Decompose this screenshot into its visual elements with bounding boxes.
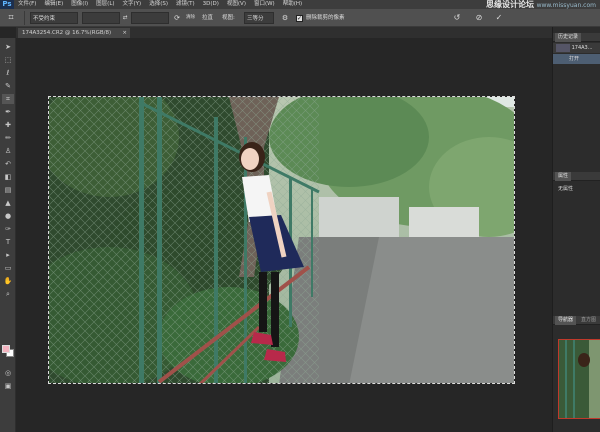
clear-button[interactable]: 清除 [186,12,200,24]
menu-bar: Ps 文件(F) 编辑(E) 图像(I) 图层(L) 文字(Y) 选择(S) 滤… [0,0,600,9]
view-label: 视图: [222,15,235,21]
tab-navigator[interactable]: 导航器 [555,316,577,325]
snapshot-thumbnail [556,43,570,52]
options-divider [24,11,25,25]
history-snapshot-label: 174A3... [571,45,593,51]
commit-icon[interactable]: ✓ [494,12,504,24]
quick-mask-icon[interactable]: ◎ [2,368,14,378]
hand-tool-icon[interactable]: ✋ [2,276,14,286]
no-properties-label: 无属性 [558,186,574,192]
crop-tool-preset-icon[interactable]: ⌗ [3,12,19,24]
eraser-tool-icon[interactable]: ◧ [2,172,14,182]
photoshop-logo: Ps [0,0,14,9]
menu-layer[interactable]: 图层(L) [92,0,118,9]
properties-panel-header: 属性 [553,172,600,181]
brush-tool-icon[interactable]: ✏ [2,133,14,143]
history-open-label: 打开 [569,56,580,62]
navigator-thumbnail [559,340,600,418]
navigator-panel-header: 导航器 直方图 [553,316,600,325]
menu-edit[interactable]: 编辑(E) [40,0,67,9]
width-field[interactable] [82,12,120,24]
marquee-tool-icon[interactable]: ⬚ [2,55,14,65]
quick-select-tool-icon[interactable]: ✎ [2,81,14,91]
view-overlay-select[interactable]: 三等分 [244,12,274,24]
document-tab-strip: 174A3254.CR2 @ 16.7%(RGB/8) × [16,27,552,38]
menu-help[interactable]: 帮助(H) [279,0,306,9]
screen-mode-icon[interactable]: ▣ [2,381,14,391]
move-tool-icon[interactable]: ➤ [2,42,14,52]
watermark-url: www.missyuan.com [536,2,596,9]
menu-3d[interactable]: 3D(D) [199,0,223,9]
delete-cropped-label: 删除裁剪的像素 [306,15,345,21]
healing-brush-tool-icon[interactable]: ✚ [2,120,14,130]
document-photo[interactable] [48,96,515,384]
gradient-tool-icon[interactable]: ▤ [2,185,14,195]
options-bar: ⌗ 不受约束 ⇄ ⟳ 清除 拉直 视图: 三等分 ⚙ ✓ 删除裁剪的像素 ↺ ⊘… [0,9,600,27]
history-panel-header: 历史记录 [553,33,600,42]
watermark-title: 思缘设计论坛 [486,0,535,9]
height-field[interactable] [131,12,169,24]
photo-image [49,97,514,383]
type-tool-icon[interactable]: T [2,237,14,247]
dodge-tool-icon[interactable]: ● [2,211,14,221]
cancel-icon[interactable]: ⊘ [474,12,484,24]
right-panels: 历史记录 174A3... 打开 属性 无属性 导航器 直方图 [552,27,600,432]
delete-cropped-checkbox[interactable]: ✓ [296,14,303,22]
tab-history[interactable]: 历史记录 [555,33,582,42]
tools-panel: ➤ ⬚ ℓ ✎ ⌗ ✒ ✚ ✏ ♙ ↶ ◧ ▤ ▲ ● ✑ T ▸ ▭ ✋ ⌕ … [0,38,16,432]
clone-stamp-tool-icon[interactable]: ♙ [2,146,14,156]
zoom-tool-icon[interactable]: ⌕ [2,289,14,299]
navigator-preview[interactable] [558,339,600,419]
gear-icon[interactable]: ⚙ [281,12,289,24]
blur-tool-icon[interactable]: ▲ [2,198,14,208]
reset-icon[interactable]: ↺ [452,12,462,24]
menu-type[interactable]: 文字(Y) [119,0,146,9]
document-tab[interactable]: 174A3254.CR2 @ 16.7%(RGB/8) × [18,28,130,38]
menu-file[interactable]: 文件(F) [14,0,40,9]
rotate-icon[interactable]: ⟳ [172,12,182,24]
menu-view[interactable]: 视图(V) [223,0,250,9]
shape-tool-icon[interactable]: ▭ [2,263,14,273]
menu-filter[interactable]: 滤镜(T) [172,0,199,9]
history-snapshot-row[interactable]: 174A3... [553,43,600,53]
menu-image[interactable]: 图像(I) [67,0,92,9]
history-brush-tool-icon[interactable]: ↶ [2,159,14,169]
menu-window[interactable]: 窗口(W) [250,0,279,9]
crop-tool-icon[interactable]: ⌗ [2,94,14,104]
foreground-color-swatch[interactable] [2,345,10,353]
document-title: 174A3254.CR2 @ 16.7%(RGB/8) [22,30,112,36]
eyedropper-tool-icon[interactable]: ✒ [2,107,14,117]
close-icon[interactable]: × [122,28,127,38]
straighten-button[interactable]: 拉直 [202,12,216,24]
path-select-tool-icon[interactable]: ▸ [2,250,14,260]
swap-icon[interactable]: ⇄ [122,12,128,24]
aspect-ratio-select[interactable]: 不受约束 [30,12,78,24]
pen-tool-icon[interactable]: ✑ [2,224,14,234]
lasso-tool-icon[interactable]: ℓ [2,68,14,78]
menu-select[interactable]: 选择(S) [145,0,172,9]
history-state-open[interactable]: 打开 [553,54,600,64]
tab-properties[interactable]: 属性 [555,172,572,181]
tab-histogram[interactable]: 直方图 [578,316,599,325]
